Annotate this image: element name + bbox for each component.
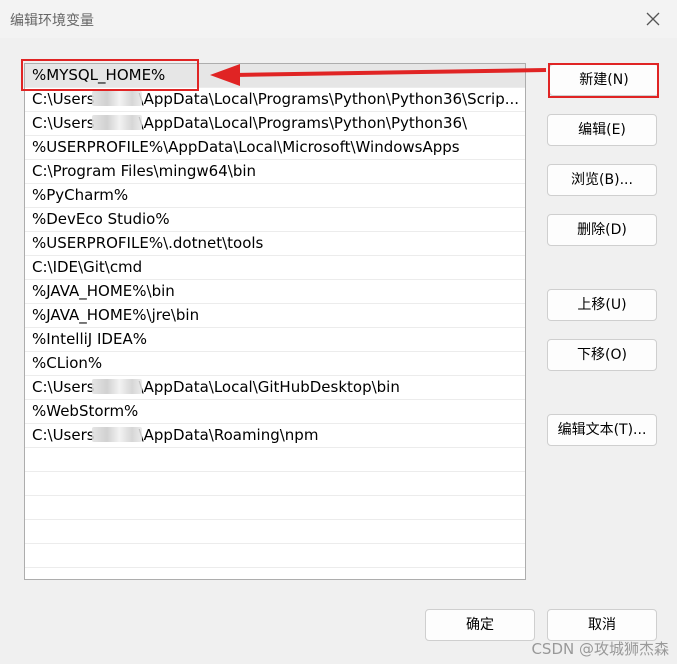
path-text: C:\IDE\Git\cmd	[32, 258, 143, 276]
path-suffix: \AppData\Local\Programs\Python\Python36\	[138, 114, 468, 132]
path-text: %IntelliJ IDEA%	[32, 330, 147, 348]
redacted-username	[91, 115, 142, 130]
redacted-username	[91, 427, 142, 442]
path-text: C:\Program Files\mingw64\bin	[32, 162, 257, 180]
path-list-item[interactable]: C:\Users \AppData\Local\Programs\Python\P…	[25, 88, 525, 112]
move-down-button[interactable]: 下移(O)	[547, 339, 657, 371]
path-text: %JAVA_HOME%\bin	[32, 282, 175, 300]
path-list-empty-row[interactable]	[25, 448, 525, 472]
path-list-item[interactable]: %IntelliJ IDEA%	[25, 328, 525, 352]
path-suffix: \AppData\Local\GitHubDesktop\bin	[138, 378, 400, 396]
edit-text-button[interactable]: 编辑文本(T)...	[547, 414, 657, 446]
path-list-item[interactable]: %USERPROFILE%\AppData\Local\Microsoft\Wi…	[25, 136, 525, 160]
path-list-item[interactable]: %PyCharm%	[25, 184, 525, 208]
path-list-item[interactable]: C:\IDE\Git\cmd	[25, 256, 525, 280]
path-list[interactable]: %MYSQL_HOME% C:\Users \AppData\Local\Progr…	[24, 63, 526, 580]
path-list-item[interactable]: C:\Users \AppData\Roaming\npm	[25, 424, 525, 448]
path-list-empty-row[interactable]	[25, 568, 525, 579]
path-prefix: C:\Users	[32, 426, 95, 444]
highlight-box-selected-entry	[21, 59, 199, 91]
path-prefix: C:\Users	[32, 90, 95, 108]
path-list-item[interactable]: %JAVA_HOME%\bin	[25, 280, 525, 304]
path-list-item[interactable]: C:\Users \AppData\Local\GitHubDesktop\bin	[25, 376, 525, 400]
redacted-username	[91, 379, 142, 394]
edit-button[interactable]: 编辑(E)	[547, 114, 657, 146]
path-list-empty-row[interactable]	[25, 520, 525, 544]
path-text: %DevEco Studio%	[32, 210, 170, 228]
path-list-item[interactable]: C:\Program Files\mingw64\bin	[25, 160, 525, 184]
redacted-username	[91, 91, 142, 106]
path-list-item[interactable]: %CLion%	[25, 352, 525, 376]
dialog-title: 编辑环境变量	[10, 13, 94, 29]
cancel-button[interactable]: 取消	[547, 609, 657, 641]
path-list-item[interactable]: %WebStorm%	[25, 400, 525, 424]
path-text: %CLion%	[32, 354, 103, 372]
path-text: %WebStorm%	[32, 402, 139, 420]
path-list-item[interactable]: C:\Users \AppData\Local\Programs\Python\P…	[25, 112, 525, 136]
path-text: %USERPROFILE%\.dotnet\tools	[32, 234, 264, 252]
path-prefix: C:\Users	[32, 114, 95, 132]
move-up-button[interactable]: 上移(U)	[547, 289, 657, 321]
path-list-item[interactable]: %JAVA_HOME%\jre\bin	[25, 304, 525, 328]
path-list-empty-row[interactable]	[25, 472, 525, 496]
ok-button[interactable]: 确定	[425, 609, 535, 641]
path-suffix: \AppData\Local\Programs\Python\Python36\…	[138, 90, 520, 108]
browse-button[interactable]: 浏览(B)...	[547, 164, 657, 196]
path-list-item[interactable]: %USERPROFILE%\.dotnet\tools	[25, 232, 525, 256]
path-text: %JAVA_HOME%\jre\bin	[32, 306, 200, 324]
delete-button[interactable]: 删除(D)	[547, 214, 657, 246]
path-list-empty-row[interactable]	[25, 544, 525, 568]
highlight-box-new-button	[548, 63, 659, 98]
path-list-item[interactable]: %DevEco Studio%	[25, 208, 525, 232]
close-icon[interactable]	[643, 9, 663, 29]
path-text: %PyCharm%	[32, 186, 129, 204]
path-prefix: C:\Users	[32, 378, 95, 396]
path-suffix: \AppData\Roaming\npm	[138, 426, 319, 444]
path-text: %USERPROFILE%\AppData\Local\Microsoft\Wi…	[32, 138, 460, 156]
watermark: CSDN @攻城狮杰森	[531, 640, 669, 658]
path-list-empty-row[interactable]	[25, 496, 525, 520]
title-bar: 编辑环境变量	[0, 0, 677, 38]
